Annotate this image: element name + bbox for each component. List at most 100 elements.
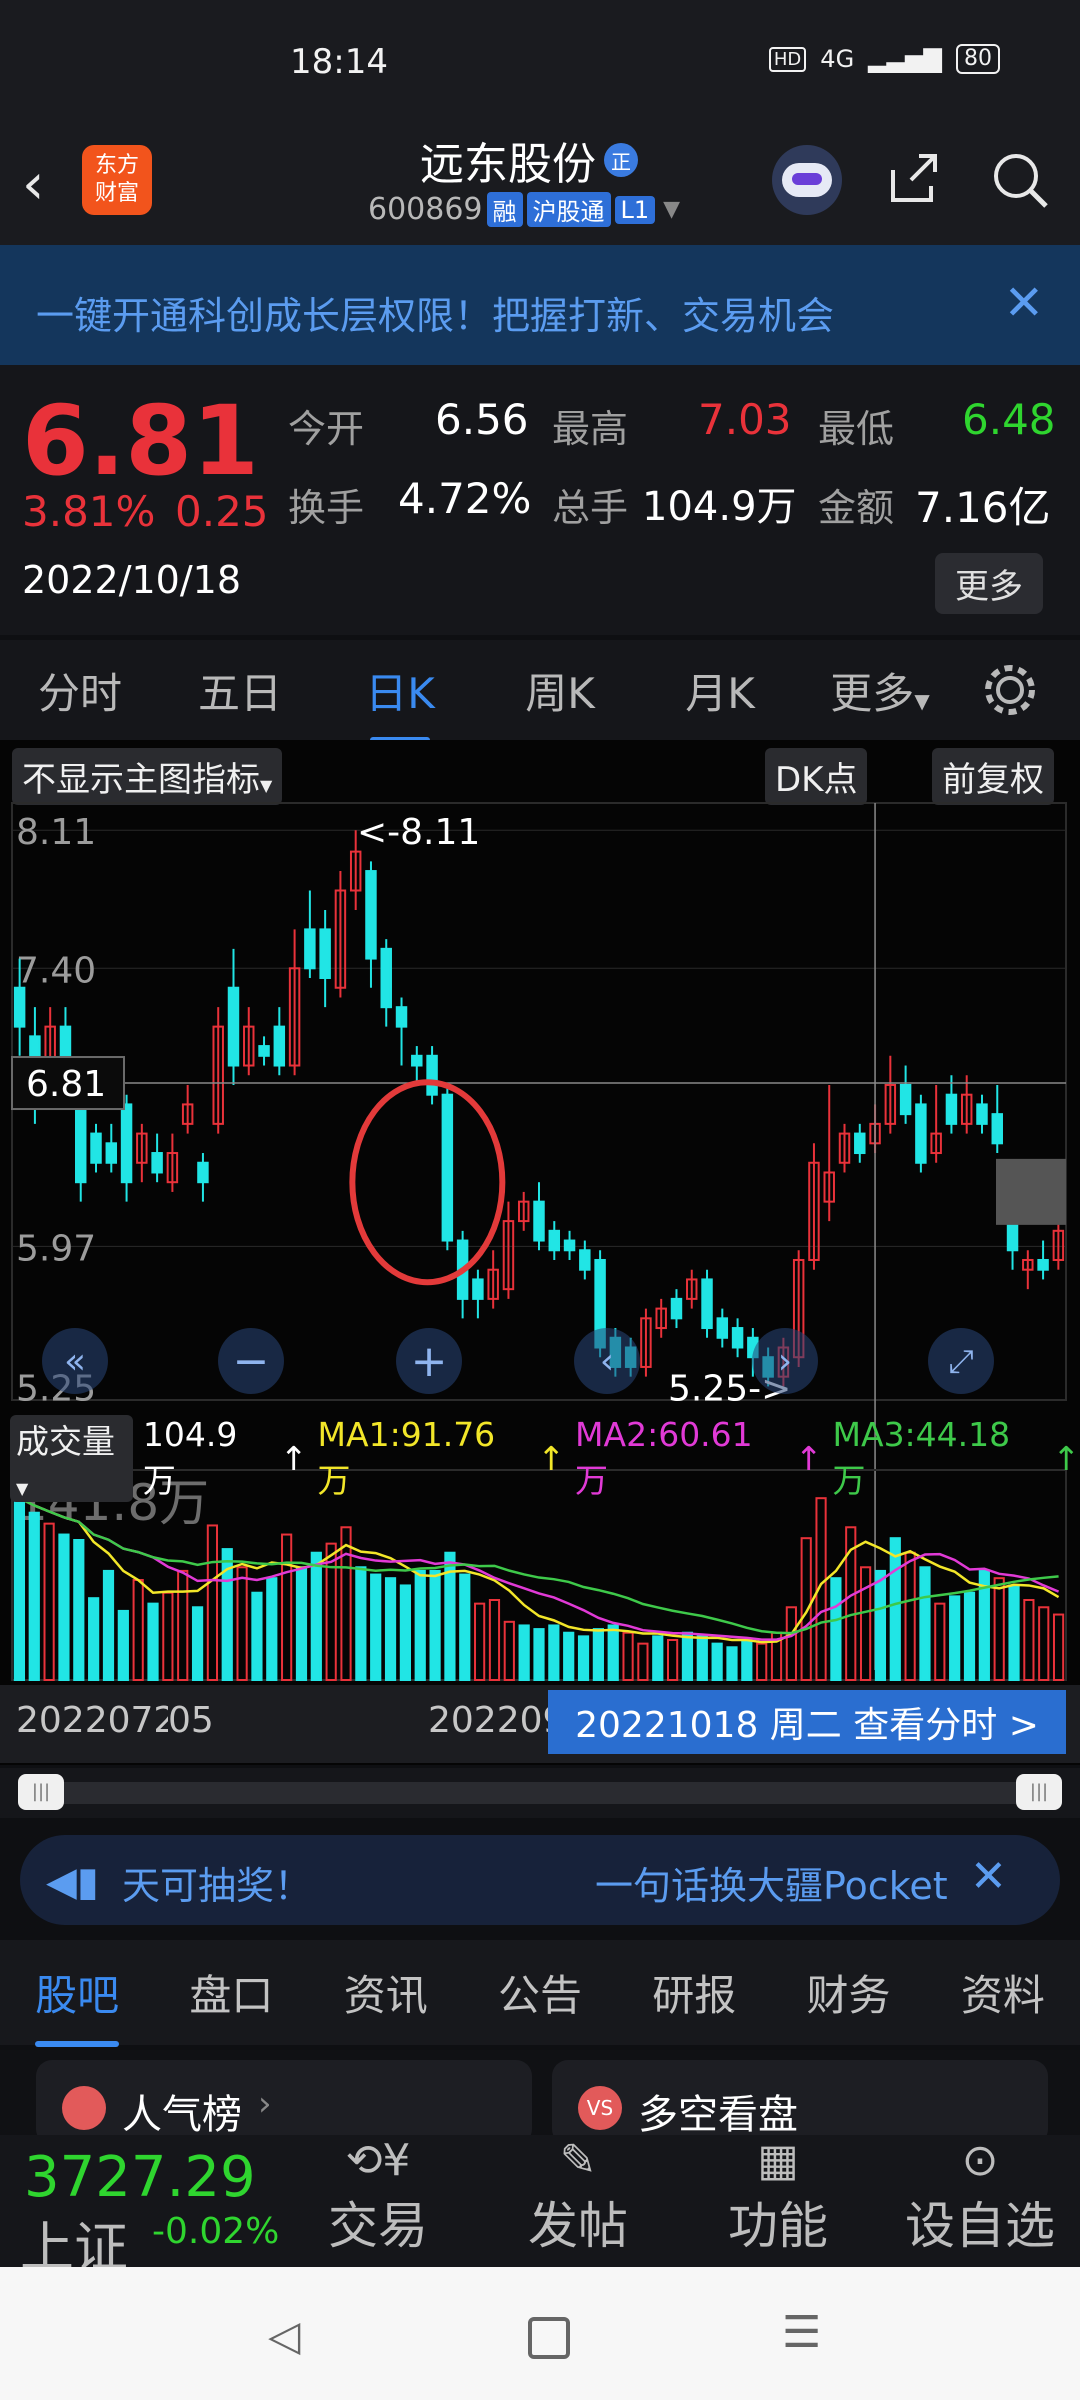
step-right-icon[interactable]: › (752, 1328, 818, 1394)
dropdown-icon[interactable]: ▼ (663, 197, 680, 222)
scroller-right-handle[interactable]: ||| (1016, 1774, 1062, 1810)
tab-finance[interactable]: 财务 (807, 1962, 891, 2023)
long-short-card[interactable]: VS 多空看盘 (552, 2060, 1048, 2145)
nav-post-label: 发帖 (528, 2197, 628, 2255)
volume-bar (696, 1635, 708, 1682)
stock-code: 600869 (368, 192, 483, 227)
close-icon[interactable]: ✕ (1004, 275, 1044, 331)
long-short-label[interactable]: 多空看盘 (638, 2082, 798, 2140)
volume-bar (414, 1569, 426, 1682)
tab-announcements[interactable]: 公告 (498, 1962, 582, 2023)
settings-gear-icon[interactable] (980, 660, 1040, 720)
volume-label: 总手 (552, 486, 629, 530)
home-square-icon[interactable] (528, 2317, 570, 2359)
candlestick-plot[interactable]: 8.117.405.975.256.81<-8.115.25->141.8万 (0, 740, 1080, 1765)
candle-body (227, 986, 240, 1067)
tag-margin: 融 (486, 192, 523, 227)
scroller-track[interactable] (20, 1782, 1060, 1804)
tab-research[interactable]: 研报 (652, 1962, 736, 2023)
ad-text-right[interactable]: 一句话换大疆Pocket (595, 1855, 948, 1910)
open-label: 今开 (288, 407, 365, 451)
back-icon[interactable]: ‹ (22, 152, 44, 217)
tab-more[interactable]: 更多▼ (800, 660, 960, 721)
promo-banner[interactable]: 一键开通科创成长层权限！把握打新、交易机会 ✕ (0, 245, 1080, 365)
candle-body (716, 1317, 729, 1339)
volume-bar (785, 1606, 797, 1681)
tab-intraday[interactable]: 分时 (0, 660, 160, 721)
nav-post[interactable]: ✎ 发帖 (518, 2135, 638, 2258)
zoom-out-icon[interactable]: − (218, 1328, 284, 1394)
view-intraday-button[interactable]: 20221018 周二 查看分时 > (548, 1690, 1066, 1754)
volume-bar (147, 1602, 159, 1681)
candle-body (380, 947, 392, 1009)
amount-label: 金额 (818, 486, 895, 530)
nav-trade[interactable]: ⟲¥ 交易 (318, 2135, 438, 2258)
candle-body (13, 986, 26, 1028)
candle-body (90, 1132, 102, 1164)
volume-bar (919, 1566, 931, 1681)
highlight-circle (349, 1079, 506, 1286)
range-scroller[interactable]: ||| ||| (0, 1768, 1080, 1818)
tab-news[interactable]: 资讯 (344, 1962, 428, 2023)
more-dots-icon: ⊙ (961, 2135, 999, 2186)
volume-bar (518, 1624, 530, 1681)
index-value[interactable]: 3727.29 (24, 2145, 256, 2210)
volume-bar (459, 1573, 471, 1682)
volume-bar (251, 1591, 263, 1682)
banner-text[interactable]: 一键开通科创成长层权限！把握打新、交易机会 (36, 285, 834, 340)
app-logo: 东方 财富 (82, 145, 152, 215)
current-price-label: 6.81 (26, 1064, 106, 1105)
volume-bar (548, 1624, 560, 1681)
volume-bar (681, 1631, 694, 1682)
close-icon[interactable]: ✕ (970, 1851, 1007, 1902)
nav-functions-label: 功能 (728, 2197, 828, 2255)
tab-monthly-k[interactable]: 月K (640, 660, 800, 721)
ad-text-left[interactable]: 天可抽奖！ (122, 1855, 312, 1910)
content-tabs: 股吧 盘口 资讯 公告 研报 财务 资料 (0, 1940, 1080, 2047)
chevron-right-icon: › (258, 2084, 272, 2124)
turnover-value: 4.72% (398, 474, 532, 523)
volume-bar (117, 1609, 129, 1682)
candle-body (365, 870, 377, 960)
tab-profile[interactable]: 资料 (961, 1962, 1045, 2023)
amount-value: 7.16亿 (915, 483, 1051, 532)
candle-body (426, 1054, 438, 1096)
scroll-left-icon[interactable]: « (42, 1328, 108, 1394)
step-left-icon[interactable]: ‹ (574, 1328, 640, 1394)
share-icon[interactable] (885, 150, 941, 206)
scroller-left-handle[interactable]: ||| (18, 1774, 64, 1810)
volume-bar (281, 1533, 293, 1682)
tab-orderbook[interactable]: 盘口 (189, 1962, 273, 2023)
volume-indicator-select[interactable]: 成交量 ▼ (10, 1415, 133, 1502)
tab-weekly-k[interactable]: 周K (480, 660, 640, 721)
volume-bar (102, 1569, 115, 1682)
candle-body (579, 1249, 591, 1271)
volume-bar (993, 1577, 1005, 1682)
volume-legend: 成交量▼ 104.9万 ↑ MA1:91.76万 ↑ MA2:60.61万 ↑ MA3… (10, 1415, 1080, 1502)
volume-bar (370, 1573, 382, 1682)
robot-assistant-icon[interactable] (772, 145, 842, 215)
battery-icon: 80 (956, 44, 1000, 74)
nav-watchlist[interactable]: ⊙ 设自选 (890, 2135, 1070, 2258)
nav-functions[interactable]: ▦ 功能 (718, 2135, 838, 2258)
back-triangle-icon[interactable]: ◁ (268, 2311, 300, 2360)
tab-daily-k[interactable]: 日K (320, 660, 480, 743)
volume-bar (1038, 1606, 1050, 1681)
ad-ticker[interactable]: ◀▮ 天可抽奖！ 一句话换大疆Pocket ✕ (20, 1835, 1060, 1925)
popularity-label[interactable]: 人气榜 (122, 2082, 242, 2140)
fullscreen-icon[interactable]: ⤢ (928, 1328, 994, 1394)
tab-forum[interactable]: 股吧 (35, 1962, 120, 2047)
search-icon[interactable] (988, 148, 1052, 212)
zoom-in-icon[interactable]: + (396, 1328, 462, 1394)
tab-five-day[interactable]: 五日 (160, 660, 320, 721)
logo-text-1: 东方 (94, 153, 139, 178)
kline-chart[interactable]: 不显示主图指标▼ DK点 前复权 8.11 7.40 5.97 5.25 6.81 <-8… (0, 740, 1080, 1765)
quote-date: 2022/10/18 (22, 558, 242, 602)
high-label: 最高 (552, 407, 629, 451)
volume-bar (711, 1642, 723, 1681)
more-button[interactable]: 更多 (935, 553, 1043, 614)
menu-lines-icon[interactable]: ☰ (782, 2307, 821, 2358)
popularity-card[interactable]: 人气榜 › (36, 2060, 532, 2145)
volume-bar (488, 1599, 501, 1681)
volume-bar (340, 1526, 352, 1681)
